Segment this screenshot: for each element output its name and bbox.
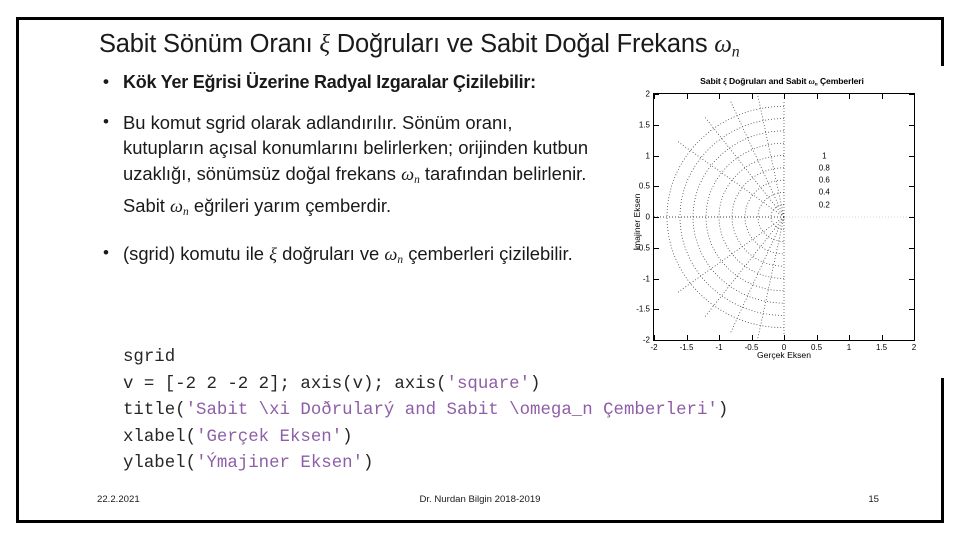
y-axis-label: İmajiner Eksen bbox=[632, 193, 642, 251]
code-string: 'square' bbox=[446, 374, 531, 394]
x-tick-mark bbox=[881, 335, 883, 340]
y-tick-label: 2 bbox=[645, 89, 650, 99]
title-xi-symbol: ξ bbox=[319, 31, 330, 58]
bullet-3-run-1: doğruları ve bbox=[277, 242, 385, 264]
y-tick-mark bbox=[654, 186, 659, 188]
y-tick-mark bbox=[909, 217, 914, 218]
y-tick-mark bbox=[909, 247, 914, 249]
y-tick-mark bbox=[909, 155, 914, 157]
title-omega-subscript: n bbox=[731, 43, 740, 61]
y-tick-mark bbox=[654, 155, 659, 157]
bullet-2-run-2: eğrileri yarım çemberdir. bbox=[188, 195, 392, 217]
code-line: ylabel('Ýmajiner Eksen') bbox=[123, 451, 728, 478]
x-tick-mark bbox=[719, 94, 720, 99]
bullet-2-omega-2: ω bbox=[170, 196, 184, 217]
page-title: Sabit Sönüm Oranı ξ Doğruları ve Sabit D… bbox=[99, 30, 889, 61]
x-tick-mark bbox=[914, 94, 915, 99]
code-line: v = [-2 2 -2 2]; axis(v); axis('square') bbox=[123, 372, 728, 399]
bullet-1-text: Kök Yer Eğrisi Üzerine Radyal Izgaralar … bbox=[123, 72, 536, 92]
x-tick-mark bbox=[686, 94, 688, 99]
x-tick-mark bbox=[686, 335, 688, 340]
x-tick-mark bbox=[914, 335, 915, 340]
chart-title-part-0: Sabit bbox=[700, 76, 723, 86]
y-tick-label: -2 bbox=[642, 335, 650, 345]
x-tick-mark bbox=[784, 335, 785, 340]
y-tick-label: 1 bbox=[645, 151, 650, 160]
code-line: sgrid bbox=[123, 345, 728, 372]
code-text: ) bbox=[717, 401, 729, 420]
code-text: sgrid bbox=[123, 348, 176, 367]
x-tick-mark bbox=[719, 335, 720, 340]
code-text: xlabel( bbox=[123, 427, 197, 447]
code-text: v = [-2 2 -2 2]; axis(v); axis( bbox=[123, 374, 447, 394]
y-tick-mark bbox=[909, 124, 914, 126]
chart-title-part-2: Çemberleri bbox=[817, 76, 864, 86]
y-tick-label: 1.5 bbox=[638, 120, 650, 130]
x-tick-mark bbox=[881, 94, 883, 99]
y-tick-mark bbox=[909, 186, 914, 188]
bullet-3-run-2: çemberleri çizilebilir. bbox=[403, 242, 573, 264]
zeta-label: 0.2 bbox=[818, 200, 830, 210]
sgrid-figure: Sabit ξ Doğruları and Sabit ωn Çemberler… bbox=[615, 66, 949, 378]
x-tick-mark bbox=[849, 94, 850, 99]
x-tick-mark bbox=[816, 94, 818, 99]
x-tick-mark bbox=[849, 335, 850, 340]
bullet-3-xi-symbol: ξ bbox=[269, 243, 278, 264]
y-tick-mark bbox=[654, 278, 659, 280]
y-tick-mark bbox=[909, 309, 914, 311]
y-tick-mark bbox=[654, 217, 659, 218]
list-item: Bu komut sgrid olarak adlandırılır. Sönü… bbox=[97, 108, 597, 226]
code-string: 'Ýmajiner Eksen' bbox=[196, 454, 364, 473]
code-text: ) bbox=[530, 374, 541, 394]
zeta-label: 0.8 bbox=[818, 163, 830, 173]
code-line: xlabel('Gerçek Eksen') bbox=[123, 425, 728, 452]
code-text: ) bbox=[342, 427, 353, 447]
zeta-label: 1 bbox=[822, 151, 827, 160]
x-tick-mark bbox=[751, 94, 753, 99]
bullet-2-omega-1: ω bbox=[401, 163, 415, 184]
chart-title-part-1: Doğruları and Sabit bbox=[726, 76, 809, 86]
code-text: ylabel( bbox=[123, 454, 197, 473]
x-tick-mark bbox=[654, 335, 655, 340]
title-text-2: Doğruları ve Sabit Doğal Frekans bbox=[329, 30, 715, 58]
plot-area: 1 0.8 0.6 0.4 0.2 -2 -1.5 -1 -0.5 0 0.5 1 1.5 2 -2 -1… bbox=[636, 90, 916, 353]
zeta-label: 0.4 bbox=[818, 187, 830, 197]
y-tick-mark bbox=[654, 309, 659, 311]
x-tick-mark bbox=[784, 94, 785, 99]
bullet-3-omega-symbol: ω bbox=[384, 243, 398, 264]
chart-title: Sabit ξ Doğruları and Sabit ωn Çemberler… bbox=[615, 76, 949, 87]
y-tick-mark bbox=[654, 247, 659, 249]
x-tick-mark bbox=[816, 335, 818, 340]
zeta-annotations: 1 0.8 0.6 0.4 0.2 bbox=[654, 94, 914, 340]
slide: Sabit Sönüm Oranı ξ Doğruları ve Sabit D… bbox=[16, 17, 949, 523]
y-tick-label: -1 bbox=[642, 274, 650, 283]
x-tick-mark bbox=[751, 335, 753, 340]
code-text: ) bbox=[363, 454, 374, 473]
code-block: sgrid v = [-2 2 -2 2]; axis(v); axis('squ… bbox=[123, 345, 728, 478]
y-tick-mark bbox=[909, 340, 914, 341]
list-item: (sgrid) komutu ile ξ doğruları ve ωn çem… bbox=[97, 240, 597, 274]
list-item: Kök Yer Eğrisi Üzerine Radyal Izgaralar … bbox=[97, 69, 597, 96]
y-tick-mark bbox=[654, 340, 659, 341]
y-tick-label: -1.5 bbox=[636, 304, 650, 314]
title-text-1: Sabit Sönüm Oranı bbox=[99, 30, 320, 58]
footer: 22.2.2021 Dr. Nurdan Bilgin 2018-2019 15 bbox=[19, 494, 941, 508]
code-line: title('Sabit \xi Doðrularý and Sabit \om… bbox=[123, 398, 728, 425]
y-tick-label: 0 bbox=[645, 212, 650, 222]
y-tick-mark bbox=[909, 278, 914, 280]
y-tick-mark bbox=[654, 124, 659, 126]
code-string: 'Sabit \xi Doðrularý and Sabit \omega_n … bbox=[185, 401, 718, 420]
bullet-3-run-0: (sgrid) komutu ile bbox=[123, 242, 270, 264]
code-string: 'Gerçek Eksen' bbox=[196, 427, 343, 447]
bullet-list: Kök Yer Eğrisi Üzerine Radyal Izgaralar … bbox=[97, 69, 597, 285]
x-tick-mark bbox=[654, 94, 655, 99]
title-omega-symbol: ω bbox=[714, 31, 732, 58]
zeta-label: 0.6 bbox=[818, 175, 830, 185]
footer-author: Dr. Nurdan Bilgin 2018-2019 bbox=[419, 494, 541, 505]
code-text: title( bbox=[123, 401, 186, 420]
page-number: 15 bbox=[868, 494, 879, 505]
